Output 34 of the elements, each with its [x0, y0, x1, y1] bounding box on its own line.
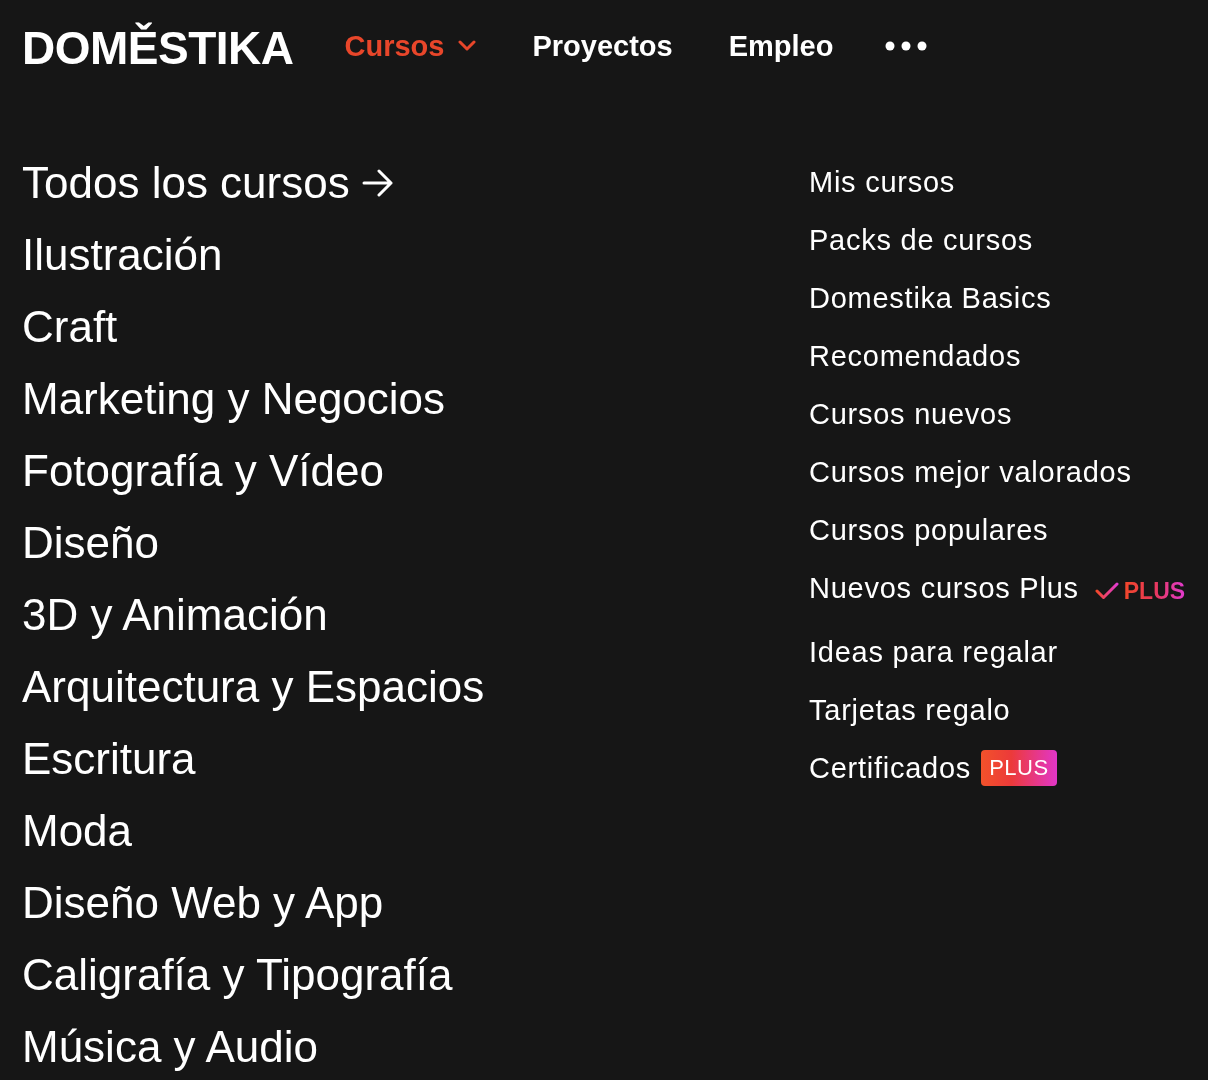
category-link[interactable]: Craft	[22, 291, 118, 363]
nav-dropdown[interactable]: Cursos	[344, 28, 477, 64]
menu-link[interactable]: Cursos mejor valorados	[809, 454, 1132, 490]
category-link[interactable]: Todos los cursos	[22, 147, 394, 219]
arrow-right-icon	[361, 169, 394, 197]
category-link[interactable]: Caligrafía y Tipografía	[22, 939, 453, 1011]
menu-link[interactable]: Mis cursos	[809, 164, 956, 200]
category-link[interactable]: Ilustración	[22, 219, 223, 291]
menu-link[interactable]: Certificados	[809, 750, 972, 786]
category-link[interactable]: Escritura	[22, 723, 196, 795]
logo[interactable]: DOMĚSTIKA	[22, 21, 294, 71]
category-link[interactable]: 3D y Animación	[22, 579, 328, 651]
check-icon	[1094, 582, 1119, 600]
category-link[interactable]: Fotografía y Vídeo	[22, 435, 384, 507]
menu-link[interactable]: Cursos populares	[809, 512, 1049, 548]
menu-link[interactable]: Domestika Basics	[809, 280, 1052, 316]
more-button[interactable]	[885, 41, 928, 51]
category-link[interactable]: Música y Audio	[22, 1011, 318, 1080]
menu-link[interactable]: Cursos nuevos	[809, 396, 1013, 432]
chevron-down-icon	[458, 40, 477, 52]
nav-link[interactable]: Proyectos	[532, 28, 673, 64]
menu-link[interactable]: Recomendados	[809, 338, 1022, 374]
menu-link[interactable]: Tarjetas regalo	[809, 692, 1011, 728]
category-link[interactable]: Diseño	[22, 507, 159, 579]
more-icon	[885, 41, 928, 51]
plus-badge: PLUS	[981, 750, 1057, 786]
category-link[interactable]: Arquitectura y Espacios	[22, 651, 485, 723]
category-link[interactable]: Moda	[22, 795, 133, 867]
menu-link[interactable]: Nuevos cursos Plus	[809, 570, 1079, 606]
menu-link[interactable]: Packs de cursos	[809, 222, 1033, 258]
nav-link[interactable]: Empleo	[728, 28, 834, 64]
menu-link[interactable]: Ideas para regalar	[809, 634, 1058, 670]
category-link[interactable]: Marketing y Negocios	[22, 363, 446, 435]
category-link[interactable]: Diseño Web y App	[22, 867, 384, 939]
